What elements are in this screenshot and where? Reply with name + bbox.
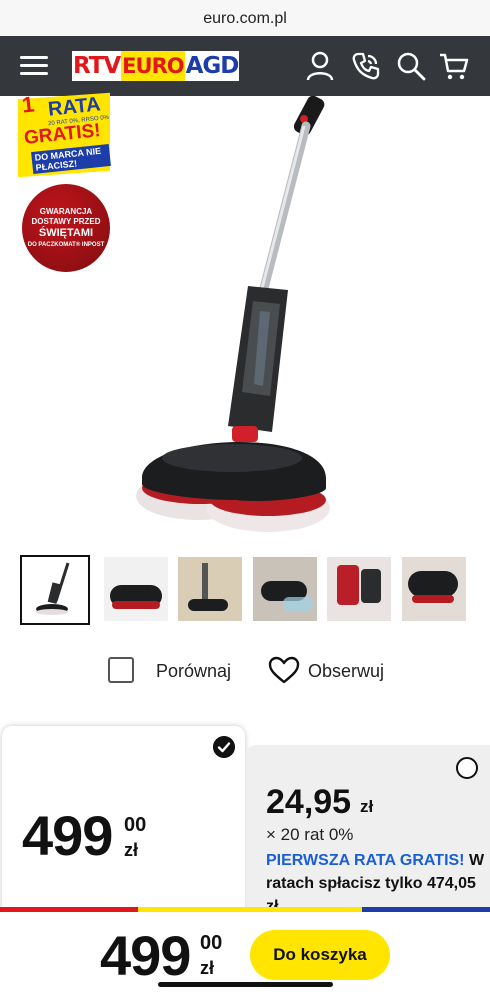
- thumbnail-5[interactable]: [327, 557, 391, 621]
- installment-price-option[interactable]: 24,95 zł × 20 rat 0% PIERWSZA RATA GRATI…: [246, 745, 490, 916]
- delivery-guarantee-badge[interactable]: GWARANCJA DOSTAWY PRZED ŚWIĘTAMI DO PACZ…: [22, 184, 110, 272]
- thumbnail-2[interactable]: [104, 557, 168, 621]
- product-main-image[interactable]: [120, 96, 370, 536]
- badge-rata-number: 1: [20, 91, 36, 118]
- installment-rates: × 20 rat 0%: [266, 825, 354, 844]
- installment-promo-badge[interactable]: 1 RATA 20 RAT 0%, RRSO 0% GRATIS! DO MAR…: [18, 91, 111, 178]
- image-thumbnails: [0, 555, 490, 625]
- cash-price-cents: 00: [124, 814, 147, 836]
- sticky-price-cents: 00: [200, 932, 223, 954]
- logo-part-euro: EURO: [121, 51, 185, 81]
- search-icon[interactable]: [395, 50, 427, 82]
- sticky-price-whole: 499: [100, 924, 191, 987]
- browser-url-bar[interactable]: euro.com.pl: [0, 0, 490, 38]
- thumbnail-4[interactable]: [253, 557, 317, 621]
- top-navigation: RTV EURO AGD: [0, 36, 490, 96]
- store-logo[interactable]: RTV EURO AGD: [72, 51, 240, 81]
- product-image-area: 1 RATA 20 RAT 0%, RRSO 0% GRATIS! DO MAR…: [0, 91, 490, 546]
- logo-part-agd: AGD: [184, 51, 240, 81]
- badge-gw-line3: ŚWIĘTAMI: [38, 227, 94, 239]
- logo-part-rtv: RTV: [72, 51, 121, 81]
- cash-price-whole: 499: [22, 804, 113, 867]
- thumbnail-mop-icon: [36, 562, 70, 615]
- compare-checkbox[interactable]: [108, 657, 134, 683]
- cart-icon[interactable]: [438, 50, 470, 82]
- badge-gw-line4: DO PACZKOMAT® INPOST: [27, 242, 105, 248]
- phone-icon[interactable]: [350, 50, 382, 82]
- badge-gw-line2: DOSTAWY PRZED: [31, 217, 101, 226]
- cash-price-currency: zł: [124, 840, 139, 860]
- user-icon[interactable]: [304, 50, 336, 82]
- compare-label[interactable]: Porównaj: [156, 661, 231, 682]
- selected-check-icon: [213, 736, 235, 758]
- badge-gw-line1: GWARANCJA: [39, 207, 93, 216]
- thumbnail-1[interactable]: [20, 555, 90, 625]
- thumbnail-3[interactable]: [178, 557, 242, 621]
- watch-label[interactable]: Obserwuj: [308, 661, 384, 682]
- installment-currency: zł: [360, 797, 374, 816]
- cash-price-option[interactable]: 499 00 zł: [2, 726, 245, 916]
- sticky-price-currency: zł: [200, 958, 215, 978]
- heart-icon[interactable]: [268, 655, 300, 685]
- installment-amount: 24,95: [266, 783, 352, 821]
- url-text: euro.com.pl: [203, 10, 287, 27]
- installment-promo-highlight: PIERWSZA RATA GRATIS!: [266, 852, 465, 869]
- product-actions: Porównaj Obserwuj: [0, 652, 490, 692]
- menu-icon[interactable]: [20, 56, 48, 76]
- home-indicator[interactable]: [158, 982, 333, 987]
- add-to-cart-button[interactable]: Do koszyka: [250, 930, 390, 980]
- thumbnail-6[interactable]: [402, 557, 466, 621]
- installment-radio[interactable]: [456, 757, 478, 779]
